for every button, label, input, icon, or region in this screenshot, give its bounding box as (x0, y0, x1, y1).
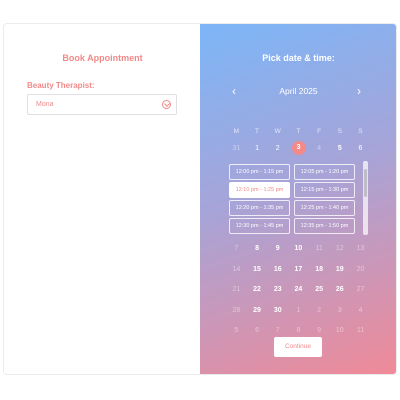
picker-title: Pick date & time: (262, 53, 335, 63)
calendar-week: 14 15 16 17 18 19 20 (226, 260, 371, 281)
time-slot[interactable]: 12:25 pm - 1:40 pm (294, 200, 355, 216)
calendar-day[interactable]: 15 (247, 260, 268, 281)
calendar-day[interactable]: 21 (226, 280, 247, 301)
calendar-day[interactable]: 30 (267, 301, 288, 322)
weekday-label: S (358, 128, 363, 135)
calendar-day[interactable]: 11 (309, 239, 330, 260)
month-label: April 2025 (279, 86, 318, 96)
calendar-day[interactable]: 14 (226, 260, 247, 281)
calendar-day[interactable]: 18 (309, 260, 330, 281)
time-slot[interactable]: 12:15 pm - 1:30 pm (294, 182, 355, 198)
calendar-day[interactable]: 5 (226, 321, 247, 342)
calendar-day[interactable]: 23 (267, 280, 288, 301)
time-slot-selected[interactable]: 12:10 pm - 1:25 pm (229, 182, 290, 198)
chevron-down-circle-icon (162, 100, 171, 109)
calendar-day[interactable]: 16 (267, 260, 288, 281)
calendar-day[interactable]: 1 (288, 301, 309, 322)
calendar-day[interactable]: 28 (226, 301, 247, 322)
time-slot[interactable]: 12:35 pm - 1:50 pm (294, 218, 355, 234)
calendar-day[interactable]: 24 (288, 280, 309, 301)
time-slot-list[interactable]: 12:00 pm - 1:15 pm 12:05 pm - 1:20 pm 12:1… (229, 162, 369, 234)
time-slot[interactable]: 12:30 pm - 1:45 pm (229, 218, 290, 234)
calendar-day[interactable]: 22 (247, 280, 268, 301)
weekday-label: F (317, 128, 322, 135)
calendar-day[interactable]: 20 (350, 260, 371, 281)
calendar-day[interactable]: 4 (309, 140, 330, 157)
date-time-panel: Pick date & time: ‹ April 2025 › MTWTFSS… (200, 24, 396, 374)
calendar-day[interactable]: 10 (288, 239, 309, 260)
weekday-label: M (233, 128, 240, 135)
weekday-label: T (255, 128, 260, 135)
calendar-day[interactable]: 7 (226, 239, 247, 260)
scrollbar-thumb[interactable] (364, 169, 367, 197)
calendar-day[interactable]: 8 (247, 239, 268, 260)
page-title: Book Appointment (62, 53, 143, 63)
booking-card: Book Appointment Beauty Therapist: Mona … (3, 23, 397, 375)
calendar-day[interactable]: 10 (329, 321, 350, 342)
calendar-day[interactable]: 27 (350, 280, 371, 301)
calendar-day[interactable]: 19 (329, 260, 350, 281)
calendar-day[interactable]: 17 (288, 260, 309, 281)
calendar-day[interactable]: 6 (247, 321, 268, 342)
calendar-day[interactable]: 1 (247, 140, 268, 157)
therapist-select-value: Mona (36, 101, 54, 108)
time-slot-scrollbar[interactable] (363, 161, 368, 235)
calendar-day[interactable]: 9 (267, 239, 288, 260)
calendar-week-1: 31 1 2 3 4 5 6 (226, 140, 371, 157)
therapist-label: Beauty Therapist: (27, 81, 95, 90)
weekday-label: W (274, 128, 281, 135)
calendar-week: 7 8 9 10 11 12 13 (226, 239, 371, 260)
calendar-day[interactable]: 5 (329, 140, 350, 157)
weekday-label: S (337, 128, 342, 135)
time-slot[interactable]: 12:05 pm - 1:20 pm (294, 164, 355, 180)
booking-form-panel: Book Appointment Beauty Therapist: Mona (4, 24, 200, 374)
calendar-day[interactable]: 11 (350, 321, 371, 342)
calendar-day[interactable]: 2 (309, 301, 330, 322)
continue-button[interactable]: Continue (274, 337, 322, 357)
calendar-day[interactable]: 4 (350, 301, 371, 322)
calendar-day[interactable]: 26 (329, 280, 350, 301)
calendar-day[interactable]: 13 (350, 239, 371, 260)
calendar-day[interactable]: 31 (226, 140, 247, 157)
weekday-header: MTWTFSS (226, 123, 371, 140)
calendar-day[interactable]: 12 (329, 239, 350, 260)
calendar-day[interactable]: 6 (350, 140, 371, 157)
calendar-day[interactable]: 3 (329, 301, 350, 322)
calendar-day-selected[interactable]: 3 (288, 140, 309, 157)
calendar-weeks: 7 8 9 10 11 12 13 14 15 16 17 18 19 20 21 22 23 24 25 26 27 2… (226, 239, 371, 342)
weekday-label: T (296, 128, 301, 135)
time-slot[interactable]: 12:00 pm - 1:15 pm (229, 164, 290, 180)
calendar-day-number: 3 (291, 141, 306, 155)
calendar-day[interactable]: 29 (247, 301, 268, 322)
time-slot[interactable]: 12:20 pm - 1:35 pm (229, 200, 290, 216)
calendar-day[interactable]: 2 (267, 140, 288, 157)
chevron-right-icon[interactable]: › (354, 85, 364, 97)
calendar-week: 28 29 30 1 2 3 4 (226, 301, 371, 322)
therapist-select[interactable]: Mona (27, 94, 177, 115)
calendar-week: 21 22 23 24 25 26 27 (226, 280, 371, 301)
calendar-day[interactable]: 25 (309, 280, 330, 301)
